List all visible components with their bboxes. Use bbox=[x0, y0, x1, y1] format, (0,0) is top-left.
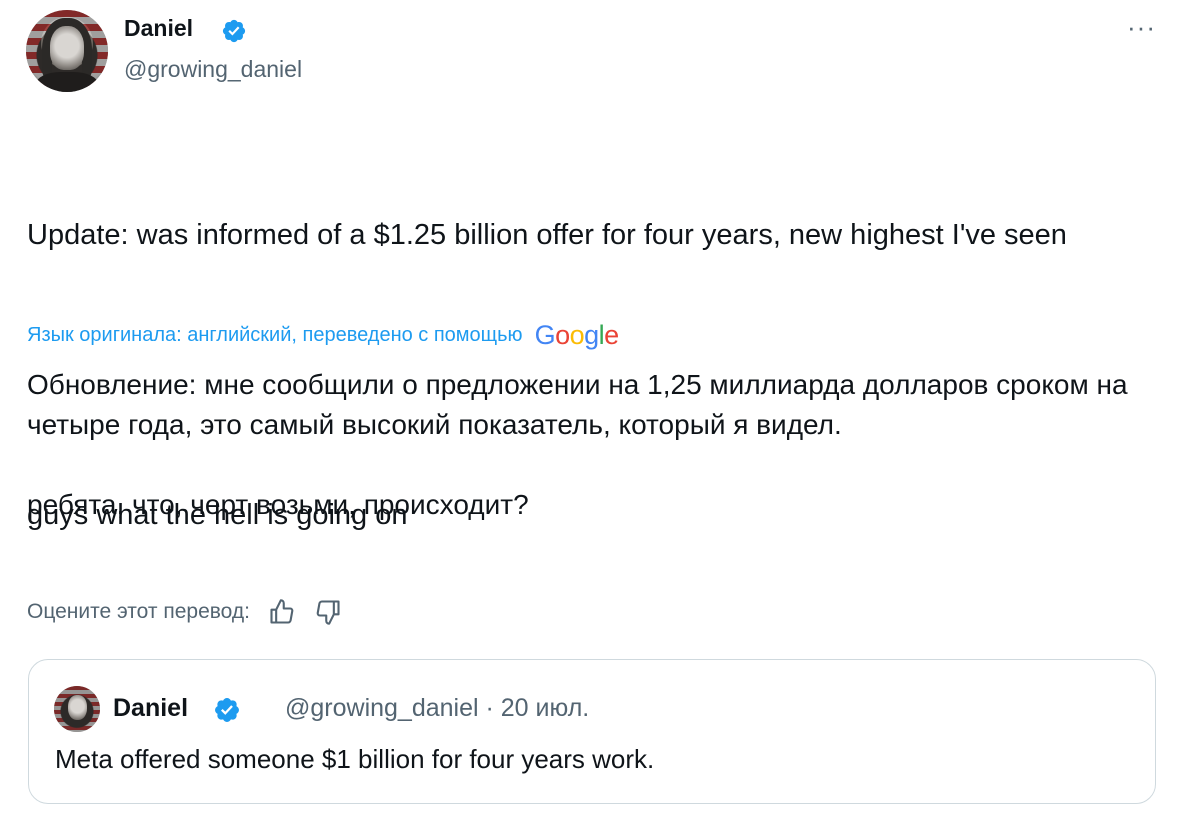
translated-paragraph-2: ребята, что, черт возьми, происходит? bbox=[27, 489, 529, 520]
rate-translation-label: Оцените этот перевод: bbox=[27, 600, 250, 623]
thumbs-up-icon[interactable] bbox=[268, 598, 296, 626]
quote-verified-badge-icon bbox=[215, 698, 239, 722]
quote-author-name: Daniel bbox=[113, 694, 189, 722]
thumbs-down-icon[interactable] bbox=[314, 598, 342, 626]
tweet-translated-text: Обновление: мне сообщили о предложении н… bbox=[27, 365, 1157, 525]
translation-note[interactable]: Язык оригинала: английский, переведено с… bbox=[27, 320, 619, 351]
quote-text: Meta offered someone $1 billion for four… bbox=[55, 744, 655, 774]
quote-handle-date: @growing_daniel · 20 июл. bbox=[285, 694, 590, 722]
author-handle[interactable]: @growing_daniel bbox=[124, 56, 302, 83]
avatar-face bbox=[68, 695, 87, 720]
avatar-face bbox=[50, 26, 84, 70]
more-options-icon[interactable]: ··· bbox=[1127, 14, 1156, 40]
original-paragraph-1: Update: was informed of a $1.25 billion … bbox=[27, 219, 1067, 251]
quoted-tweet[interactable]: Daniel @growing_daniel · 20 июл. Meta of… bbox=[28, 659, 1156, 804]
rate-translation: Оцените этот перевод: bbox=[27, 598, 342, 626]
author-name[interactable]: Daniel bbox=[124, 15, 193, 42]
avatar-shirt bbox=[36, 72, 98, 92]
quote-author-avatar[interactable] bbox=[54, 686, 100, 732]
translated-paragraph-1: Обновление: мне сообщили о предложении н… bbox=[27, 369, 1128, 440]
verified-badge-icon bbox=[222, 19, 246, 43]
google-logo: Google bbox=[534, 320, 620, 350]
translation-note-text: Язык оригинала: английский, переведено с… bbox=[27, 324, 523, 346]
tweet: Daniel @growing_daniel ··· Update: was i… bbox=[0, 0, 1186, 826]
author-avatar[interactable] bbox=[26, 10, 108, 92]
